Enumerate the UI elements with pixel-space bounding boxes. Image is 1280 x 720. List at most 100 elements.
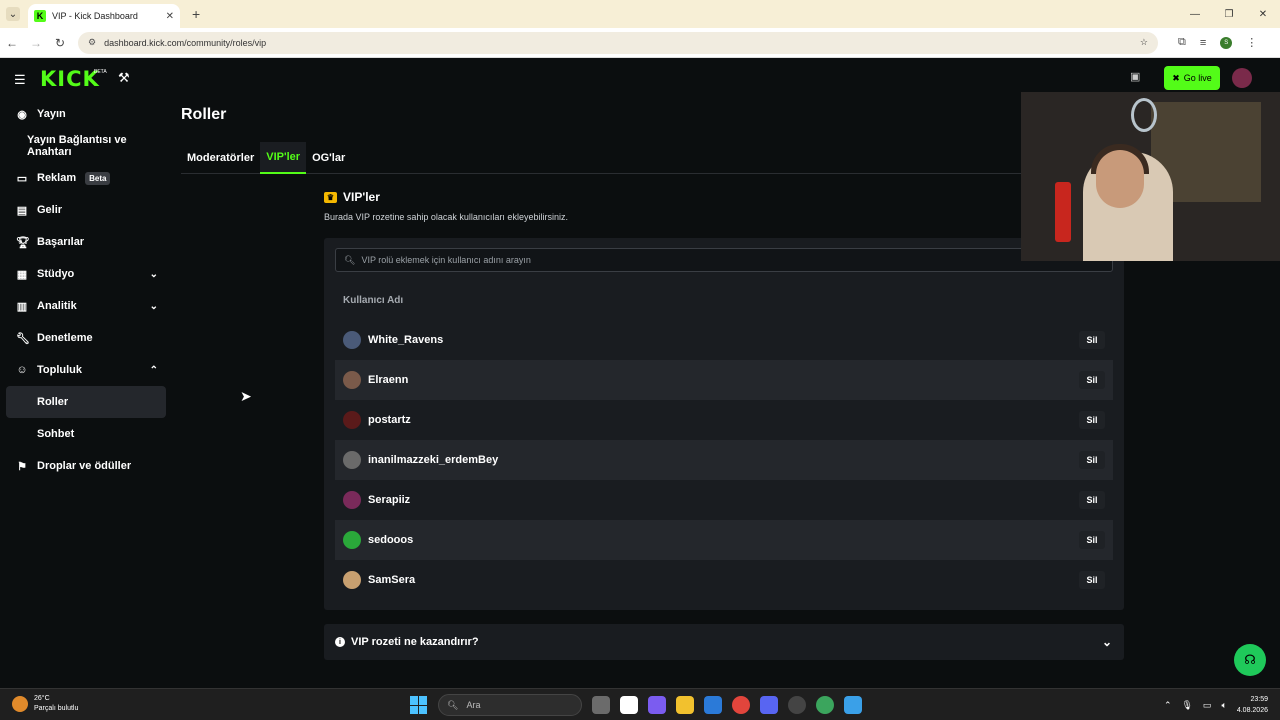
date: 4.08.2026 — [1236, 707, 1268, 714]
sidebar-item-gelir[interactable]: ▤ Gelir — [0, 194, 172, 226]
vip-faq-accordion[interactable]: i VIP rozeti ne kazandırır? ⌄ — [324, 624, 1124, 660]
hammer-icon[interactable]: ⚒ — [118, 70, 130, 86]
hamburger-menu-icon[interactable]: ☰ — [14, 72, 26, 88]
sidebar-item-yayin[interactable]: ◉ Yayın — [0, 98, 172, 130]
weather-widget[interactable]: 26°C Parçalı bulutlu — [12, 694, 78, 714]
kick-logo[interactable]: KICK — [40, 67, 100, 91]
clock[interactable]: 23:59 4.08.2026 — [1237, 694, 1268, 716]
kick-k-icon: ✖ — [1172, 72, 1180, 83]
sidebar-item-label: Droplar ve ödüller — [37, 460, 132, 472]
tab-search-icon[interactable]: ⌄ — [6, 7, 20, 21]
go-live-label: Go live — [1183, 73, 1212, 83]
avatar — [343, 411, 361, 429]
sidebar-item-denetleme[interactable]: 🔧︎ Denetleme — [0, 322, 172, 354]
restore-icon[interactable]: ❐ — [1212, 0, 1246, 28]
sidebar-item-studyo[interactable]: ▦ Stüdyo ⌄ — [0, 258, 172, 290]
file-explorer-icon[interactable] — [676, 696, 694, 714]
sidebar-item-roller[interactable]: Roller — [6, 386, 166, 418]
username[interactable]: sedooos — [368, 534, 1072, 546]
table-row: inanilmazzeki_erdemBey Sil — [335, 440, 1113, 480]
username[interactable]: inanilmazzeki_erdemBey — [368, 454, 1072, 466]
sidebar-item-label: Stüdyo — [37, 268, 75, 280]
sidebar-item-droplar[interactable]: ⚑ Droplar ve ödüller — [0, 450, 172, 482]
beta-badge: Beta — [85, 171, 111, 185]
go-live-button[interactable]: ✖ Go live — [1164, 66, 1220, 90]
community-icon: ☺ — [16, 364, 28, 376]
close-tab-icon[interactable]: ✕ — [166, 11, 174, 22]
column-header-username: Kullanıcı Adı — [343, 295, 404, 306]
sidebar-item-topluluk[interactable]: ☺ Topluluk ⌃ — [0, 354, 172, 386]
extensions-icon[interactable]: ⧉ — [1178, 36, 1186, 49]
volume-icon[interactable]: 🔈︎ — [1221, 700, 1226, 711]
bookmark-star-icon[interactable]: ☆ — [1140, 37, 1148, 48]
stream-preview-icon[interactable]: ▣ — [1130, 70, 1140, 83]
username[interactable]: White_Ravens — [368, 334, 1072, 346]
browser-tab[interactable]: K VIP - Kick Dashboard ✕ — [28, 4, 180, 28]
avatar — [343, 331, 361, 349]
sidebar-item-basarilar[interactable]: 🏆︎ Başarılar — [0, 226, 172, 258]
chevron-up-icon: ⌃ — [149, 364, 158, 376]
table-row: sedooos Sil — [335, 520, 1113, 560]
user-avatar[interactable] — [1232, 68, 1252, 88]
microphone-icon[interactable]: 🎙︎ — [1181, 700, 1192, 711]
remove-vip-button[interactable]: Sil — [1079, 451, 1105, 469]
menu-dots-icon[interactable]: ⋮ — [1246, 36, 1257, 49]
minimize-icon[interactable]: — — [1178, 0, 1212, 28]
reading-list-icon[interactable]: ≡ — [1200, 37, 1206, 49]
store-icon[interactable] — [704, 696, 722, 714]
remove-vip-button[interactable]: Sil — [1079, 331, 1105, 349]
remove-vip-button[interactable]: Sil — [1079, 411, 1105, 429]
url-field[interactable]: ⚙ dashboard.kick.com/community/roles/vip… — [78, 31, 1158, 54]
username[interactable]: Serapiiz — [368, 494, 1072, 506]
tab-moderators[interactable]: Moderatörler — [181, 142, 260, 174]
support-chat-icon[interactable]: ☊ — [1234, 644, 1266, 676]
vip-card: 🔍︎ VIP rolü eklemek için kullanıcı adını… — [324, 238, 1124, 610]
taskbar-search-label: Ara — [466, 700, 481, 710]
profile-avatar[interactable]: S — [1220, 36, 1233, 49]
section-description: Burada VIP rozetine sahip olacak kullanı… — [324, 212, 568, 222]
table-row: White_Ravens Sil — [335, 320, 1113, 360]
username[interactable]: postartz — [368, 414, 1072, 426]
tab-vips[interactable]: VIP'ler — [260, 142, 307, 174]
chrome-profile-icon[interactable] — [816, 696, 834, 714]
remove-vip-button[interactable]: Sil — [1079, 571, 1105, 589]
table-row: Elraenn Sil — [335, 360, 1113, 400]
windows-start-icon[interactable] — [410, 696, 428, 714]
tray-overflow-icon[interactable]: ⌃ — [1164, 700, 1172, 711]
forward-icon[interactable]: → — [24, 36, 48, 50]
remove-vip-button[interactable]: Sil — [1079, 371, 1105, 389]
sidebar-item-label: Yayın — [37, 108, 66, 120]
discord-icon[interactable] — [760, 696, 778, 714]
tab-ogs[interactable]: OG'lar — [306, 142, 351, 174]
vip-search-input[interactable]: 🔍︎ VIP rolü eklemek için kullanıcı adını… — [335, 248, 1113, 272]
back-icon[interactable]: ← — [0, 36, 24, 50]
info-icon: i — [335, 637, 345, 647]
taskbar-search[interactable]: 🔍︎ Ara — [438, 694, 582, 716]
table-row: SamSera Sil — [335, 560, 1113, 600]
remove-vip-button[interactable]: Sil — [1079, 491, 1105, 509]
temperature: 26°C — [34, 695, 50, 702]
notepad-icon[interactable] — [620, 696, 638, 714]
copilot-icon[interactable] — [648, 696, 666, 714]
sidebar-item-label: Roller — [37, 396, 69, 408]
sidebar-item-sohbet[interactable]: Sohbet — [0, 418, 172, 450]
sidebar-item-reklam[interactable]: ▭ Reklam Beta — [0, 162, 172, 194]
close-window-icon[interactable]: ✕ — [1246, 0, 1280, 28]
task-view-icon[interactable] — [592, 696, 610, 714]
avatar — [343, 571, 361, 589]
sidebar-item-analitik[interactable]: ▥ Analitik ⌄ — [0, 290, 172, 322]
revenue-icon: ▤ — [16, 204, 28, 217]
photos-icon[interactable] — [844, 696, 862, 714]
username[interactable]: SamSera — [368, 574, 1072, 586]
obs-icon[interactable] — [788, 696, 806, 714]
network-icon[interactable]: ▭ — [1203, 700, 1212, 711]
site-info-icon[interactable]: ⚙ — [88, 37, 96, 48]
reload-icon[interactable]: ↻ — [48, 36, 72, 50]
chrome-icon[interactable] — [732, 696, 750, 714]
section-title: VIP'ler — [343, 190, 380, 204]
webcam-overlay — [1021, 92, 1280, 261]
remove-vip-button[interactable]: Sil — [1079, 531, 1105, 549]
new-tab-icon[interactable]: + — [192, 6, 200, 22]
sidebar-item-stream-key[interactable]: Yayın Bağlantısı ve Anahtarı — [0, 130, 172, 162]
username[interactable]: Elraenn — [368, 374, 1072, 386]
